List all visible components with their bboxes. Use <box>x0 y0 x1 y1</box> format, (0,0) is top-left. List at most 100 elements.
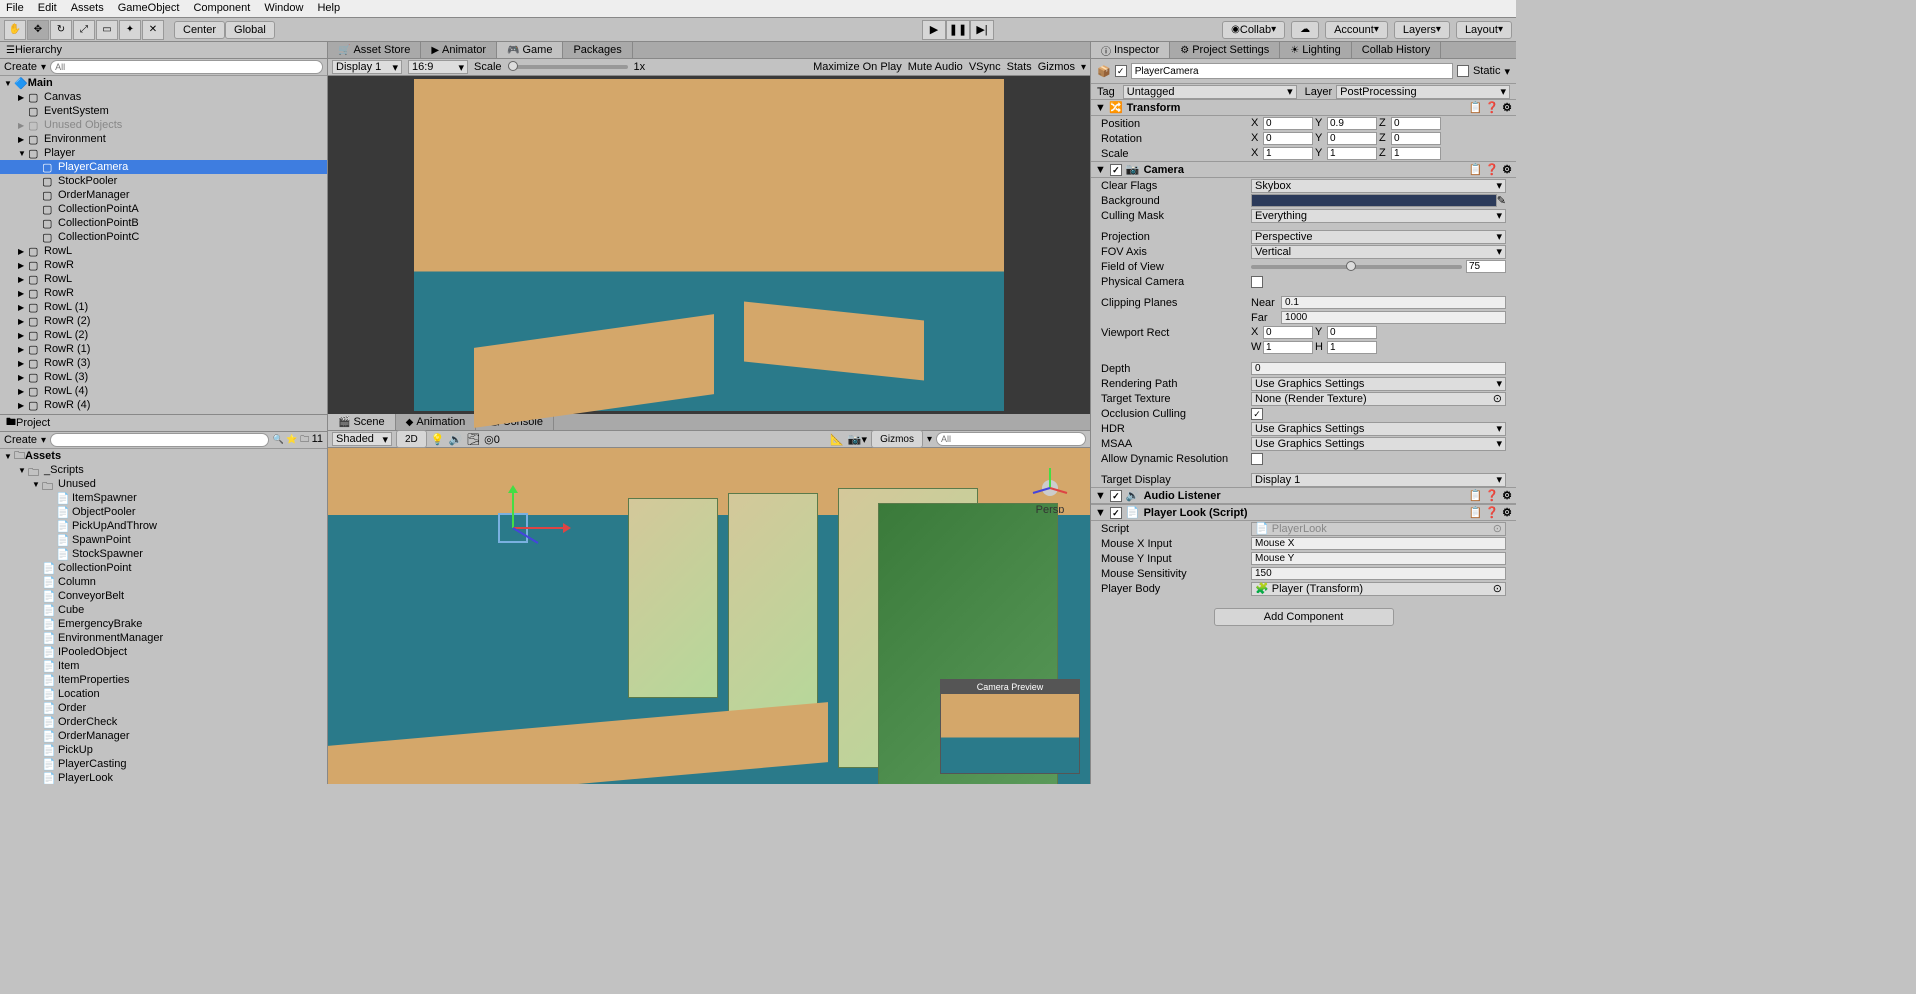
project-item[interactable]: 📄ObjectPooler <box>0 505 327 519</box>
vp-x[interactable] <box>1263 326 1313 339</box>
tab-lighting[interactable]: ☀ Lighting <box>1280 42 1352 58</box>
static-checkbox[interactable] <box>1457 65 1469 77</box>
hierarchy-item[interactable]: ▶▢RowL <box>0 272 327 286</box>
camera-component[interactable]: ▼ 📷 Camera📋 ❓ ⚙ <box>1091 161 1516 178</box>
hierarchy-item[interactable]: ▢EventSystem <box>0 104 327 118</box>
rect-tool[interactable]: ▭ <box>96 20 118 40</box>
custom-tool[interactable]: ✕ <box>142 20 164 40</box>
tab-packages[interactable]: Packages <box>563 42 632 58</box>
hdr-dropdown[interactable]: Use Graphics Settings▾ <box>1251 422 1506 436</box>
display-dropdown[interactable]: Display 1▾ <box>332 60 402 74</box>
fov-value[interactable] <box>1466 260 1506 273</box>
hierarchy-item[interactable]: ▶▢Canvas <box>0 90 327 104</box>
background-color[interactable] <box>1251 194 1497 207</box>
layers-dropdown[interactable]: Layers ▾ <box>1394 21 1450 39</box>
occlusion-checkbox[interactable] <box>1251 408 1263 420</box>
collab-button[interactable]: ◉ Collab ▾ <box>1222 21 1285 39</box>
far-field[interactable] <box>1281 311 1506 324</box>
audiolistener-component[interactable]: ▼ 🔊 Audio Listener📋 ❓ ⚙ <box>1091 487 1516 504</box>
vsync-toggle[interactable]: VSync <box>969 61 1001 73</box>
project-item[interactable]: 📄OrderManager <box>0 729 327 743</box>
project-search[interactable] <box>50 433 269 447</box>
fov-slider[interactable] <box>1251 265 1462 269</box>
tab-inspector[interactable]: ⓘ Inspector <box>1091 42 1170 58</box>
gizmos-toggle[interactable]: Gizmos <box>1038 61 1075 73</box>
rot-x[interactable] <box>1263 132 1313 145</box>
sensitivity-field[interactable] <box>1251 567 1506 580</box>
hierarchy-item[interactable]: ▢CollectionPointA <box>0 202 327 216</box>
project-tree[interactable]: ▼🗀 Assets▼🗀_Scripts▼🗀Unused📄ItemSpawner📄… <box>0 449 327 784</box>
hierarchy-item[interactable]: ▶▢RowL (3) <box>0 370 327 384</box>
renderpath-dropdown[interactable]: Use Graphics Settings▾ <box>1251 377 1506 391</box>
mousey-field[interactable] <box>1251 552 1506 565</box>
hierarchy-tab[interactable]: ☰ Hierarchy <box>0 42 327 59</box>
near-field[interactable] <box>1281 296 1506 309</box>
pos-y[interactable] <box>1327 117 1377 130</box>
hierarchy-item[interactable]: ▶▢Environment <box>0 132 327 146</box>
mute-toggle[interactable]: Mute Audio <box>908 61 963 73</box>
pause-button[interactable]: ❚❚ <box>946 20 970 40</box>
pivot-rotation[interactable]: Global <box>225 21 275 39</box>
2d-toggle[interactable]: 2D <box>396 430 427 448</box>
scene-view[interactable]: Persp Camera Preview <box>328 448 1090 784</box>
play-button[interactable]: ▶ <box>922 20 946 40</box>
project-item[interactable]: 📄Cube <box>0 603 327 617</box>
transform-component[interactable]: ▼ 🔀 Transform📋 ❓ ⚙ <box>1091 99 1516 116</box>
hierarchy-item[interactable]: ▶▢RowL (4) <box>0 384 327 398</box>
fx-icon[interactable]: 🌫 <box>466 433 480 446</box>
hierarchy-item[interactable]: ▶▢RowR (4) <box>0 398 327 412</box>
targettex-field[interactable]: None (Render Texture)⊙ <box>1251 392 1506 406</box>
menu-gameobject[interactable]: GameObject <box>118 2 180 15</box>
project-item[interactable]: 📄IPooledObject <box>0 645 327 659</box>
vp-h[interactable] <box>1327 341 1377 354</box>
tab-scene[interactable]: 🎬 Scene <box>328 414 396 430</box>
project-item[interactable]: 📄PlayerLook <box>0 771 327 784</box>
mousex-field[interactable] <box>1251 537 1506 550</box>
hierarchy-item[interactable]: ▶▢RowR <box>0 286 327 300</box>
project-item[interactable]: 📄Column <box>0 575 327 589</box>
hierarchy-item[interactable]: ▢OrderManager <box>0 188 327 202</box>
rot-z[interactable] <box>1391 132 1441 145</box>
hierarchy-create[interactable]: Create <box>4 61 37 73</box>
assets-root[interactable]: ▼🗀 Assets <box>0 449 327 463</box>
hierarchy-item[interactable]: ▢PlayerCamera <box>0 160 327 174</box>
hierarchy-item[interactable]: ▶▢Unused Objects <box>0 118 327 132</box>
project-item[interactable]: ▼🗀_Scripts <box>0 463 327 477</box>
audio-icon[interactable]: 🔊 <box>449 433 463 446</box>
tag-dropdown[interactable]: Untagged▾ <box>1123 85 1297 99</box>
project-item[interactable]: 📄Order <box>0 701 327 715</box>
camera-icon[interactable]: 📷▾ <box>848 433 867 446</box>
clearflags-dropdown[interactable]: Skybox▾ <box>1251 179 1506 193</box>
hierarchy-item[interactable]: ▶▢RowL (1) <box>0 300 327 314</box>
tab-game[interactable]: 🎮 Game <box>497 42 563 58</box>
game-view[interactable] <box>328 76 1090 414</box>
tab-assetstore[interactable]: 🛒 Asset Store <box>328 42 421 58</box>
hierarchy-tree[interactable]: ▼🔷 Main▶▢Canvas▢EventSystem▶▢Unused Obje… <box>0 76 327 414</box>
vp-y[interactable] <box>1327 326 1377 339</box>
transform-tool[interactable]: ✦ <box>119 20 141 40</box>
menu-component[interactable]: Component <box>193 2 250 15</box>
project-item[interactable]: ▼🗀Unused <box>0 477 327 491</box>
project-item[interactable]: 📄EnvironmentManager <box>0 631 327 645</box>
pivot-mode[interactable]: Center <box>174 21 225 39</box>
snap-icon[interactable]: 📐 <box>830 433 844 446</box>
stats-toggle[interactable]: Stats <box>1007 61 1032 73</box>
aspect-dropdown[interactable]: 16:9▾ <box>408 60 468 74</box>
hierarchy-item[interactable]: ▢StockPooler <box>0 174 327 188</box>
project-item[interactable]: 📄CollectionPoint <box>0 561 327 575</box>
project-item[interactable]: 📄EmergencyBrake <box>0 617 327 631</box>
scale-x[interactable] <box>1263 147 1313 160</box>
scene-gizmos[interactable]: Gizmos <box>871 430 923 448</box>
project-item[interactable]: 📄OrderCheck <box>0 715 327 729</box>
project-item[interactable]: 📄ConveyorBelt <box>0 589 327 603</box>
menu-file[interactable]: File <box>6 2 24 15</box>
hierarchy-item[interactable]: ▶▢RowL <box>0 244 327 258</box>
targetdisplay-dropdown[interactable]: Display 1▾ <box>1251 473 1506 487</box>
hierarchy-item[interactable]: ▶▢RowR (2) <box>0 314 327 328</box>
scale-slider[interactable] <box>508 65 628 69</box>
scene-root[interactable]: ▼🔷 Main <box>0 76 327 90</box>
add-component-button[interactable]: Add Component <box>1214 608 1394 626</box>
layout-dropdown[interactable]: Layout ▾ <box>1456 21 1512 39</box>
pos-z[interactable] <box>1391 117 1441 130</box>
tab-project-settings[interactable]: ⚙ Project Settings <box>1170 42 1280 58</box>
